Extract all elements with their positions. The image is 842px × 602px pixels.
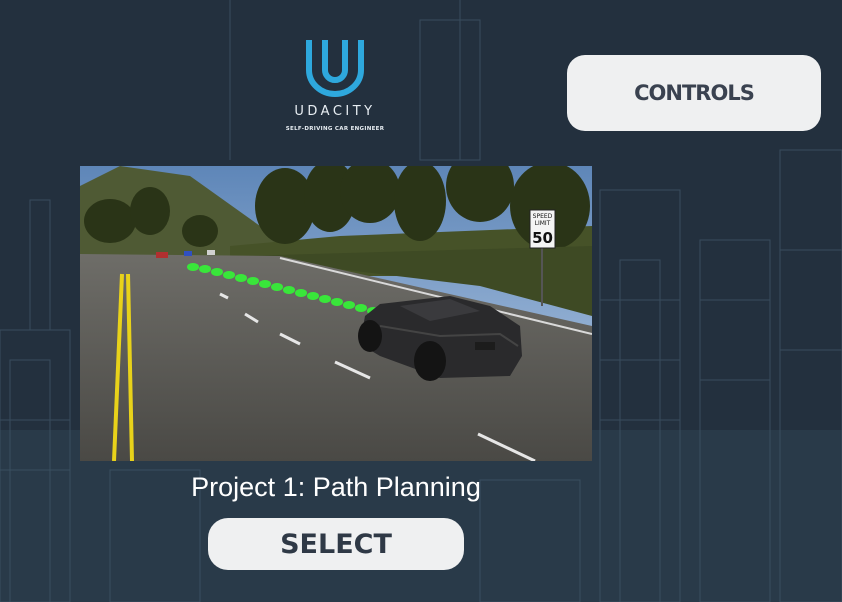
svg-text:LIMIT: LIMIT (535, 220, 551, 227)
project-preview-image: SPEED LIMIT 50 (80, 166, 592, 461)
controls-button[interactable]: CONTROLS (567, 55, 821, 131)
udacity-logo: UDACITY SELF-DRIVING CAR ENGINEER (270, 36, 400, 152)
brand-tagline: SELF-DRIVING CAR ENGINEER (285, 126, 385, 132)
select-button[interactable]: SELECT (208, 518, 464, 570)
brand-name: UDACITY (294, 104, 376, 119)
svg-text:SPEED: SPEED (533, 213, 553, 220)
svg-text:50: 50 (532, 229, 553, 247)
udacity-u-icon (306, 40, 364, 97)
project-title: Project 1: Path Planning (191, 472, 481, 502)
